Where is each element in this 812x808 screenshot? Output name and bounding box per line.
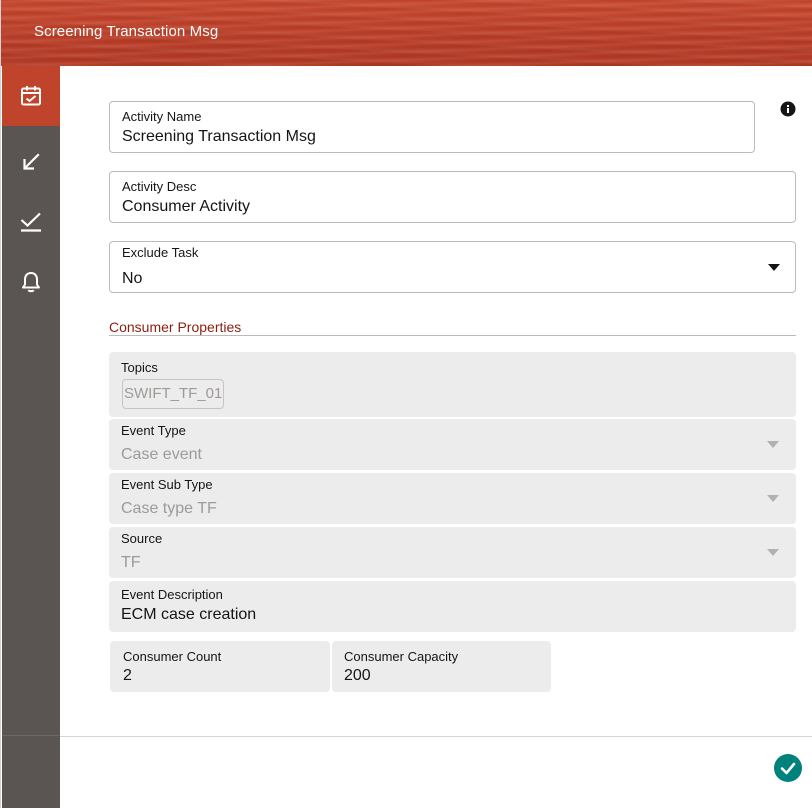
sidebar-item-notifications[interactable] <box>2 252 60 312</box>
consumer-count-field: Consumer Count 2 <box>110 641 330 692</box>
topic-chip: SWIFT_TF_01 <box>122 379 225 409</box>
consumer-properties-heading: Consumer Properties <box>109 319 242 335</box>
topics-field: Topics SWIFT_TF_01 <box>109 352 796 417</box>
confirm-button[interactable] <box>774 754 802 782</box>
checkmark-icon <box>780 762 796 775</box>
chevron-down-icon[interactable] <box>768 264 780 271</box>
event-type-label: Event Type <box>121 423 186 438</box>
chevron-down-icon <box>767 549 779 556</box>
arrow-down-left-icon <box>23 153 40 170</box>
activity-desc-field[interactable]: Activity Desc Consumer Activity <box>109 171 796 223</box>
consumer-capacity-field: Consumer Capacity 200 <box>332 641 551 692</box>
exclude-task-value: No <box>122 270 143 287</box>
sidebar-item-input[interactable] <box>2 132 60 192</box>
source-select: Source TF <box>109 527 796 578</box>
activity-name-field[interactable]: Activity Name Screening Transaction Msg <box>109 101 755 153</box>
dialog-title: Screening Transaction Msg <box>34 23 219 40</box>
checkmark-underline-icon <box>20 212 41 232</box>
bell-icon <box>22 272 40 293</box>
event-sub-type-select: Event Sub Type Case type TF <box>109 473 796 524</box>
info-icon[interactable] <box>780 101 796 117</box>
consumer-capacity-label: Consumer Capacity <box>344 649 459 664</box>
calendar-check-icon <box>21 86 41 106</box>
dialog-header: Screening Transaction Msg <box>1 0 812 66</box>
event-description-label: Event Description <box>121 587 223 602</box>
sidebar-divider <box>2 735 60 736</box>
footer-divider <box>60 736 812 737</box>
main-panel: Activity Name Screening Transaction Msg … <box>60 66 812 808</box>
source-value: TF <box>121 554 141 571</box>
source-label: Source <box>121 531 163 546</box>
event-description-value: ECM case creation <box>121 606 257 623</box>
dialog-window: Screening Transaction Msg Activity Name … <box>0 0 812 808</box>
chevron-down-icon <box>767 495 779 502</box>
consumer-count-value: 2 <box>123 667 132 684</box>
activity-desc-label: Activity Desc <box>122 179 197 194</box>
activity-name-value[interactable]: Screening Transaction Msg <box>122 127 316 147</box>
chevron-down-icon <box>767 441 779 448</box>
event-sub-type-label: Event Sub Type <box>121 477 213 492</box>
consumer-capacity-value: 200 <box>344 667 371 684</box>
sidebar-item-validation[interactable] <box>2 192 60 252</box>
event-type-value: Case event <box>121 446 202 463</box>
exclude-task-label: Exclude Task <box>122 245 199 260</box>
consumer-count-label: Consumer Count <box>123 649 222 664</box>
event-type-select: Event Type Case event <box>109 419 796 470</box>
event-description-field: Event Description ECM case creation <box>109 581 796 632</box>
topics-label: Topics <box>121 360 158 375</box>
sidebar-item-activity[interactable] <box>2 66 60 126</box>
activity-desc-value[interactable]: Consumer Activity <box>122 197 250 217</box>
activity-name-label: Activity Name <box>122 109 202 124</box>
section-divider <box>109 335 796 336</box>
exclude-task-select[interactable]: Exclude Task No <box>109 241 796 293</box>
sidebar <box>2 66 60 808</box>
event-sub-type-value: Case type TF <box>121 500 217 517</box>
